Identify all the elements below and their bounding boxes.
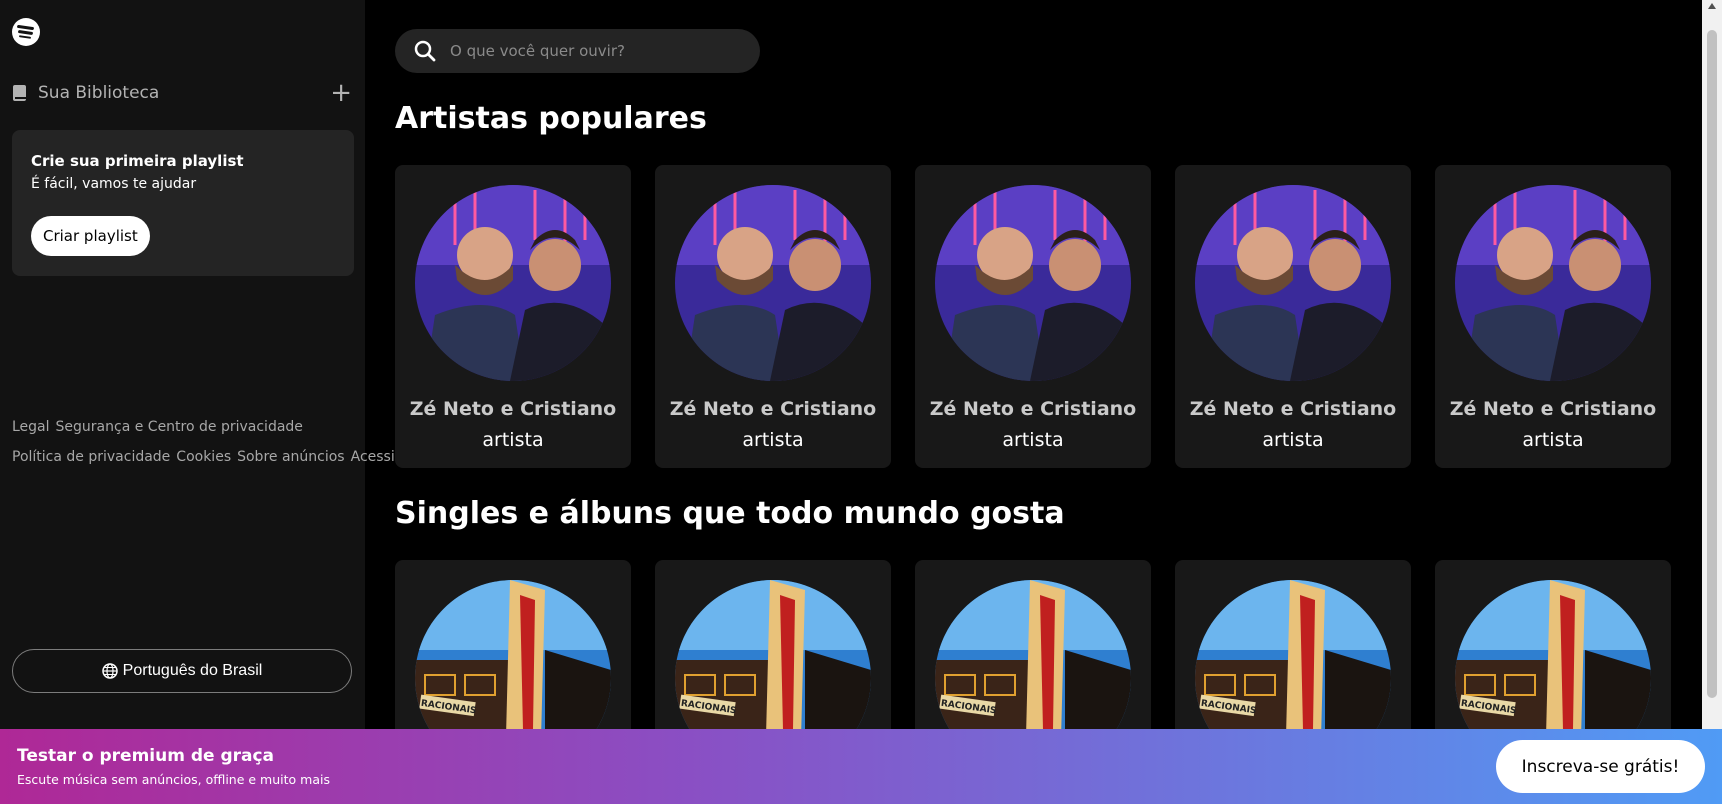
artist-image	[675, 185, 871, 381]
artist-image	[1455, 185, 1651, 381]
card-subtitle: artista	[1262, 429, 1324, 451]
artist-image	[1195, 185, 1391, 381]
artist-card[interactable]: Zé Neto e Cristiano artista	[915, 165, 1151, 468]
card-title: Zé Neto e Cristiano	[669, 398, 877, 420]
signup-button[interactable]: Inscreva-se grátis!	[1496, 740, 1705, 793]
card-title: Zé Neto e Cristiano	[1189, 398, 1397, 420]
promo-title: Testar o premium de graça	[17, 746, 275, 766]
card-subtitle: artista	[1002, 429, 1064, 451]
artist-image	[935, 185, 1131, 381]
library-header[interactable]: Sua Biblioteca +	[12, 80, 352, 106]
privacy-policy-link[interactable]: Política de privacidade	[12, 449, 170, 465]
card-title: Zé Neto e Cristiano	[1449, 398, 1657, 420]
language-label: Português do Brasil	[122, 662, 263, 679]
privacy-center-link[interactable]: Segurança e Centro de privacidade	[56, 419, 303, 435]
library-label: Sua Biblioteca	[38, 83, 160, 103]
promo-subtitle: Escute música sem anúncios, offline e mu…	[17, 772, 330, 787]
album-card[interactable]: RACIONAIS	[655, 560, 891, 729]
card-subtitle: artista	[1522, 429, 1584, 451]
create-playlist-card: Crie sua primeira playlist É fácil, vamo…	[12, 130, 354, 276]
album-image: RACIONAIS	[1455, 580, 1651, 729]
about-ads-link[interactable]: Sobre anúncios	[237, 449, 345, 465]
search-icon	[414, 40, 436, 62]
album-card[interactable]: RACIONAIS	[1175, 560, 1411, 729]
album-card[interactable]: RACIONAIS	[395, 560, 631, 729]
globe-icon	[101, 663, 118, 679]
premium-promo-banner[interactable]: Testar o premium de graça Escute música …	[0, 729, 1722, 804]
sidebar: Sua Biblioteca + Crie sua primeira playl…	[0, 0, 450, 729]
section-title-singles-albums: Singles e álbuns que todo mundo gosta	[395, 496, 1065, 531]
card-title: Zé Neto e Cristiano	[409, 398, 617, 420]
search-bar[interactable]	[395, 29, 760, 73]
main-content: Artistas populares Zé Neto e Cristiano a…	[365, 0, 1702, 729]
create-playlist-subtitle: É fácil, vamos te ajudar	[31, 176, 197, 192]
artist-image	[415, 185, 611, 381]
artist-card[interactable]: Zé Neto e Cristiano artista	[1435, 165, 1671, 468]
language-button[interactable]: Português do Brasil	[12, 649, 352, 693]
cookies-link[interactable]: Cookies	[176, 449, 231, 465]
scrollbar-thumb[interactable]	[1707, 30, 1717, 698]
album-card[interactable]: RACIONAIS	[1435, 560, 1671, 729]
create-playlist-title: Crie sua primeira playlist	[31, 152, 244, 170]
scroll-up-arrow-icon[interactable]	[1708, 3, 1716, 9]
legal-links: Legal Segurança e Centro de privacidade P…	[12, 412, 450, 472]
card-subtitle: artista	[742, 429, 804, 451]
album-image: RACIONAIS	[675, 580, 871, 729]
album-card[interactable]: RACIONAIS	[915, 560, 1151, 729]
spotify-logo-icon[interactable]	[12, 18, 40, 46]
search-input[interactable]	[448, 41, 742, 61]
library-icon	[13, 85, 26, 101]
card-title: Zé Neto e Cristiano	[929, 398, 1137, 420]
album-image: RACIONAIS	[935, 580, 1131, 729]
scrollbar[interactable]	[1702, 0, 1722, 729]
section-title-popular-artists: Artistas populares	[395, 101, 707, 136]
album-image: RACIONAIS	[1195, 580, 1391, 729]
artist-card[interactable]: Zé Neto e Cristiano artista	[1175, 165, 1411, 468]
legal-link[interactable]: Legal	[12, 419, 50, 435]
artist-card[interactable]: Zé Neto e Cristiano artista	[395, 165, 631, 468]
card-subtitle: artista	[482, 429, 544, 451]
artist-card[interactable]: Zé Neto e Cristiano artista	[655, 165, 891, 468]
create-playlist-button[interactable]: Criar playlist	[31, 216, 150, 256]
album-image: RACIONAIS	[415, 580, 611, 729]
plus-icon[interactable]: +	[330, 80, 352, 106]
